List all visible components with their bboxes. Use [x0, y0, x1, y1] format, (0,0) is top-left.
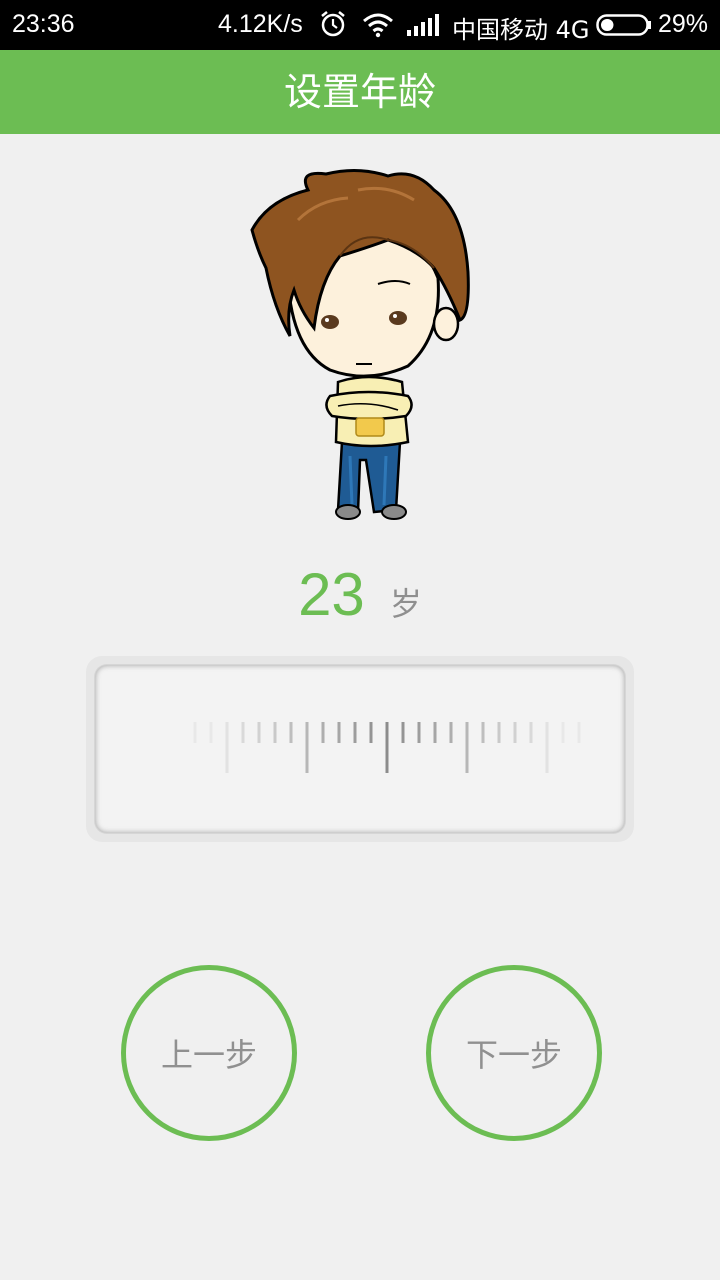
next-step-button[interactable]: 下一步 — [426, 965, 602, 1141]
ruler-track[interactable] — [95, 665, 625, 833]
page-header: 设置年龄 — [0, 50, 720, 134]
wifi-icon — [363, 13, 393, 38]
cartoon-boy-avatar — [250, 169, 470, 520]
alarm-icon — [321, 11, 345, 37]
ruler-ticks[interactable] — [95, 665, 625, 833]
prev-step-button[interactable]: 上一步 — [121, 965, 297, 1141]
status-time: 23:36 — [12, 10, 75, 38]
status-carrier: 中国移动 4G — [452, 16, 590, 44]
prev-step-label: 上一步 — [160, 1036, 257, 1074]
battery-icon — [596, 14, 651, 36]
status-battery-percent: 29% — [658, 10, 709, 38]
status-net-speed: 4.12K/s — [218, 10, 303, 38]
age-unit: 岁 — [389, 585, 422, 623]
status-bar: 23:36 4.12K/s 中国移动 4G 29% — [0, 0, 720, 50]
page-title: 设置年龄 — [283, 70, 436, 114]
signal-icon — [407, 14, 439, 36]
age-display: 23 岁 — [0, 560, 720, 640]
age-ruler-picker[interactable] — [86, 656, 634, 842]
age-value: 23 — [298, 561, 365, 628]
next-step-label: 下一步 — [465, 1036, 562, 1074]
